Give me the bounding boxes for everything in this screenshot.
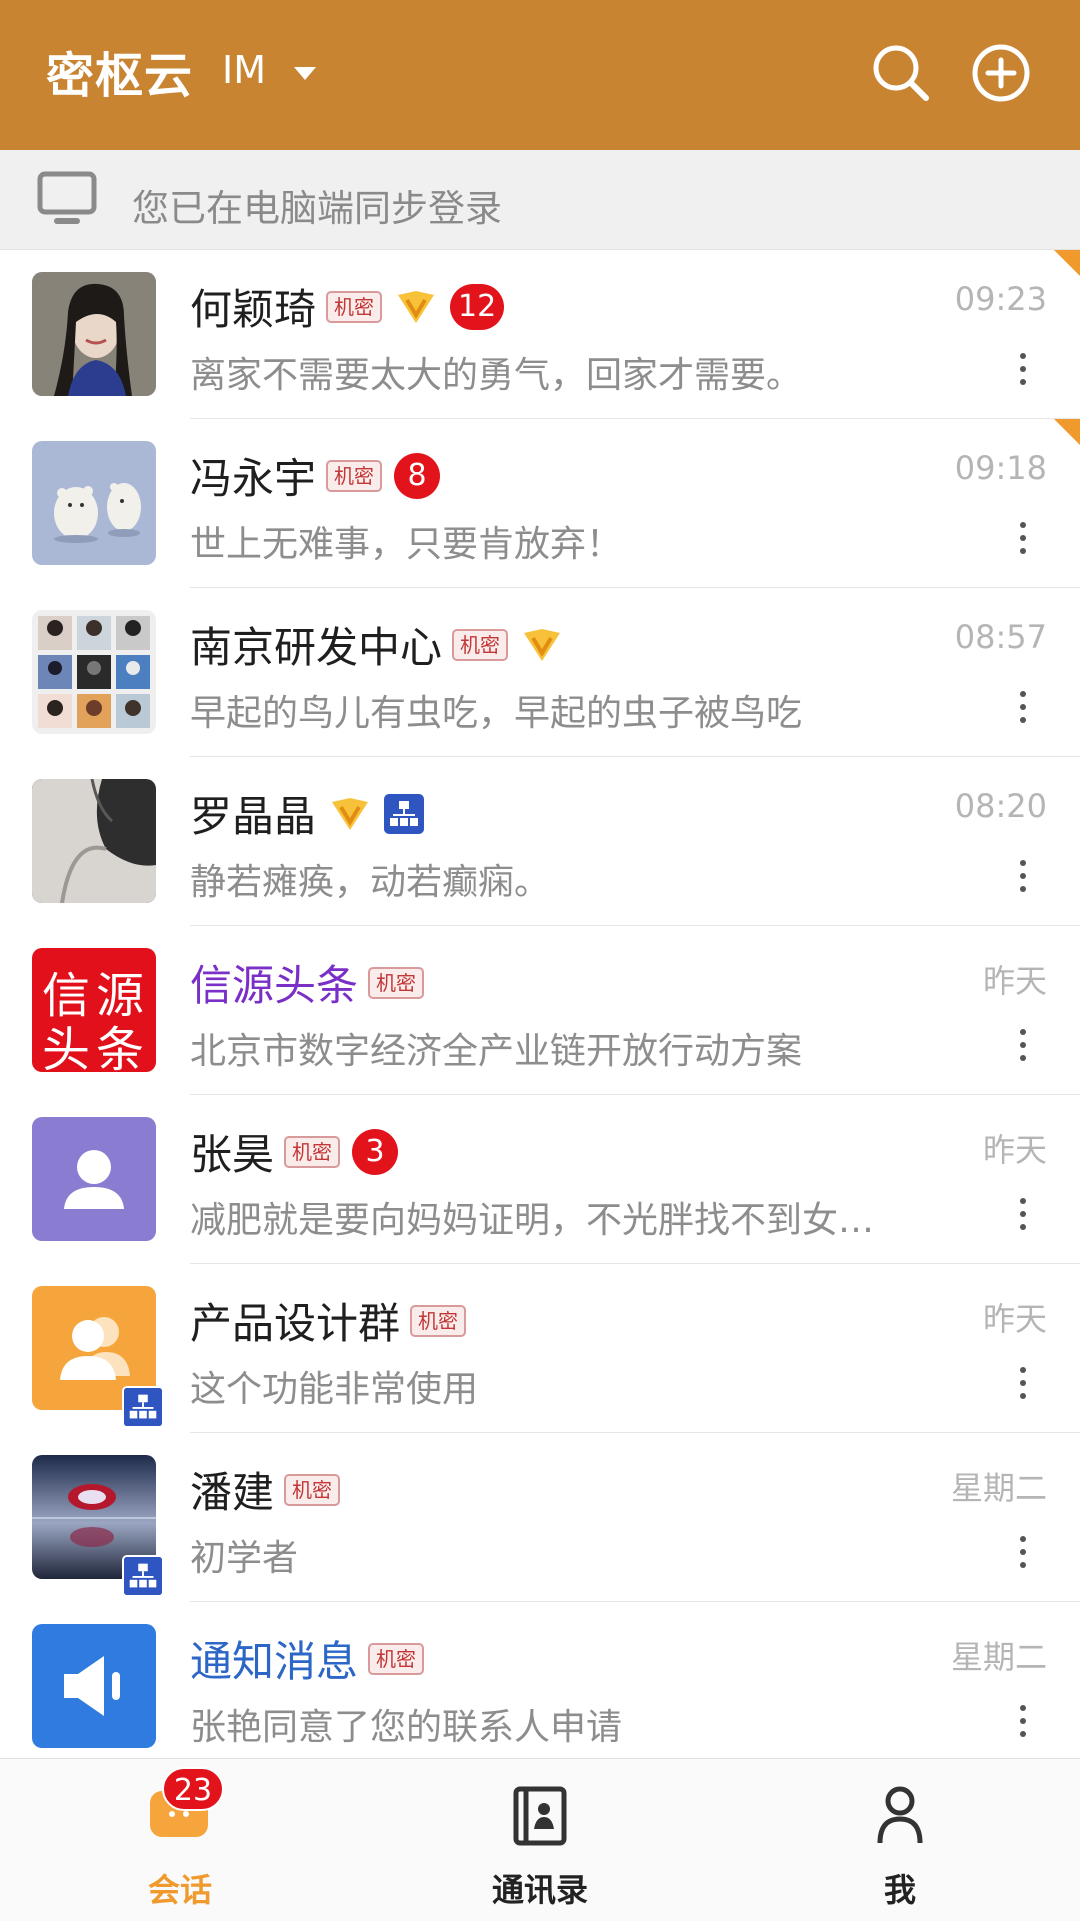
more-options-icon[interactable] — [1018, 519, 1028, 559]
more-options-icon[interactable] — [1018, 350, 1028, 390]
secret-tag: 机密 — [284, 1135, 341, 1168]
avatar — [32, 272, 156, 396]
more-options-icon[interactable] — [1018, 1702, 1028, 1742]
secret-tag: 机密 — [326, 459, 383, 492]
top-bar: 密枢云 IM — [0, 0, 1080, 150]
conversation-row[interactable]: 罗晶晶 08:20 静若瘫痪，动若癫痫。 — [0, 757, 1080, 926]
avatar — [32, 779, 156, 903]
tab-conversations[interactable]: 23 会话 — [0, 1759, 360, 1921]
person-placeholder-avatar — [32, 1117, 156, 1241]
pinned-indicator — [1054, 419, 1080, 445]
conversation-name: 潘建 机密 — [190, 1459, 341, 1520]
message-preview: 初学者 — [190, 1538, 299, 1579]
conversation-row[interactable]: 张昊 机密 3 昨天 减肥就是要向妈妈证明，不光胖找不到女… — [0, 1095, 1080, 1264]
desktop-login-notice[interactable]: 您已在电脑端同步登录 — [0, 150, 1080, 250]
organization-icon — [122, 1386, 164, 1428]
message-time: 昨天 — [982, 1131, 1047, 1169]
xinyuan-logo-avatar: 信 源 头 条 — [32, 948, 156, 1072]
conversation-list: 何颖琦 机密 12 09:23 离家不需要太大的勇气，回家才需要。 冯永宇 机密… — [0, 250, 1080, 1758]
avatar — [32, 441, 156, 565]
conversation-name: 张昊 机密 3 — [190, 1121, 399, 1182]
message-time: 星期二 — [950, 1638, 1047, 1676]
unread-total-badge: 23 — [162, 1767, 224, 1811]
message-time: 昨天 — [982, 962, 1047, 1000]
conversation-name: 冯永宇 机密 8 — [190, 445, 441, 506]
unread-badge: 12 — [450, 283, 505, 330]
contacts-icon — [513, 1786, 567, 1846]
message-preview: 世上无难事，只要肯放弃！ — [190, 524, 623, 565]
secret-tag: 机密 — [452, 628, 509, 661]
message-time: 星期二 — [950, 1469, 1047, 1507]
vip-badge-icon — [332, 797, 369, 830]
message-time: 昨天 — [982, 1300, 1047, 1338]
pinned-indicator — [1054, 250, 1080, 276]
more-options-icon[interactable] — [1018, 688, 1028, 728]
conversation-row[interactable]: 通知消息 机密 星期二 张艳同意了您的联系人申请 — [0, 1602, 1080, 1758]
more-options-icon[interactable] — [1018, 1026, 1028, 1066]
group-avatar — [32, 610, 156, 734]
add-icon[interactable] — [970, 42, 1032, 104]
message-preview: 离家不需要太大的勇气，回家才需要。 — [190, 355, 803, 396]
secret-tag: 机密 — [410, 1304, 467, 1337]
speaker-avatar — [32, 1624, 156, 1748]
more-options-icon[interactable] — [1018, 857, 1028, 897]
bottom-tab-bar: 23 会话 通讯录 我 — [0, 1758, 1080, 1921]
tab-label: 通讯录 — [491, 1871, 588, 1909]
secret-tag: 机密 — [326, 290, 383, 323]
secret-tag: 机密 — [368, 966, 425, 999]
organization-icon — [122, 1555, 164, 1597]
tab-label: 我 — [883, 1871, 916, 1909]
message-time: 09:23 — [954, 280, 1047, 318]
conversation-name: 信源头条 机密 — [190, 952, 425, 1013]
conversation-name: 南京研发中心 机密 — [190, 614, 564, 675]
search-icon[interactable] — [870, 42, 932, 104]
conversation-row[interactable]: 何颖琦 机密 12 09:23 离家不需要太大的勇气，回家才需要。 — [0, 250, 1080, 419]
unread-badge: 3 — [352, 1128, 399, 1175]
message-time: 08:57 — [954, 618, 1047, 656]
app-title: 密枢云 — [46, 48, 194, 104]
conversation-name: 何颖琦 机密 12 — [190, 276, 505, 337]
message-preview: 早起的鸟儿有虫吃，早起的虫子被鸟吃 — [190, 693, 803, 734]
notice-text: 您已在电脑端同步登录 — [132, 187, 502, 230]
vip-badge-icon — [398, 290, 435, 323]
unread-badge: 8 — [394, 452, 441, 499]
secret-tag: 机密 — [368, 1642, 425, 1675]
secret-tag: 机密 — [284, 1473, 341, 1506]
tab-label: 会话 — [147, 1871, 212, 1909]
more-options-icon[interactable] — [1018, 1195, 1028, 1235]
conversation-row[interactable]: 产品设计群 机密 昨天 这个功能非常使用 — [0, 1264, 1080, 1433]
conversation-name: 罗晶晶 — [190, 783, 425, 844]
tab-contacts[interactable]: 通讯录 — [360, 1759, 720, 1921]
message-preview: 减肥就是要向妈妈证明，不光胖找不到女… — [190, 1200, 875, 1241]
message-preview: 静若瘫痪，动若癫痫。 — [190, 862, 551, 903]
vip-badge-icon — [524, 628, 561, 661]
conversation-row[interactable]: 信 源 头 条 信源头条 机密 昨天 北京市数字经济全产业链开放行动方案 — [0, 926, 1080, 1095]
person-icon — [877, 1786, 923, 1844]
message-time: 08:20 — [954, 787, 1047, 825]
more-options-icon[interactable] — [1018, 1533, 1028, 1573]
message-preview: 北京市数字经济全产业链开放行动方案 — [190, 1031, 803, 1072]
conversation-name: 产品设计群 机密 — [190, 1290, 467, 1351]
more-options-icon[interactable] — [1018, 1364, 1028, 1404]
caret-down-icon[interactable] — [294, 67, 316, 80]
conversation-row[interactable]: 冯永宇 机密 8 09:18 世上无难事，只要肯放弃！ — [0, 419, 1080, 588]
workspace-switcher[interactable]: IM — [222, 48, 266, 92]
conversation-row[interactable]: 南京研发中心 机密 08:57 早起的鸟儿有虫吃，早起的虫子被鸟吃 — [0, 588, 1080, 757]
conversation-name: 通知消息 机密 — [190, 1628, 425, 1689]
tab-me[interactable]: 我 — [720, 1759, 1080, 1921]
monitor-icon — [37, 171, 97, 224]
organization-icon — [384, 793, 425, 834]
conversation-row[interactable]: 潘建 机密 星期二 初学者 — [0, 1433, 1080, 1602]
message-preview: 这个功能非常使用 — [190, 1369, 479, 1410]
message-time: 09:18 — [954, 449, 1047, 487]
message-preview: 张艳同意了您的联系人申请 — [190, 1707, 623, 1748]
